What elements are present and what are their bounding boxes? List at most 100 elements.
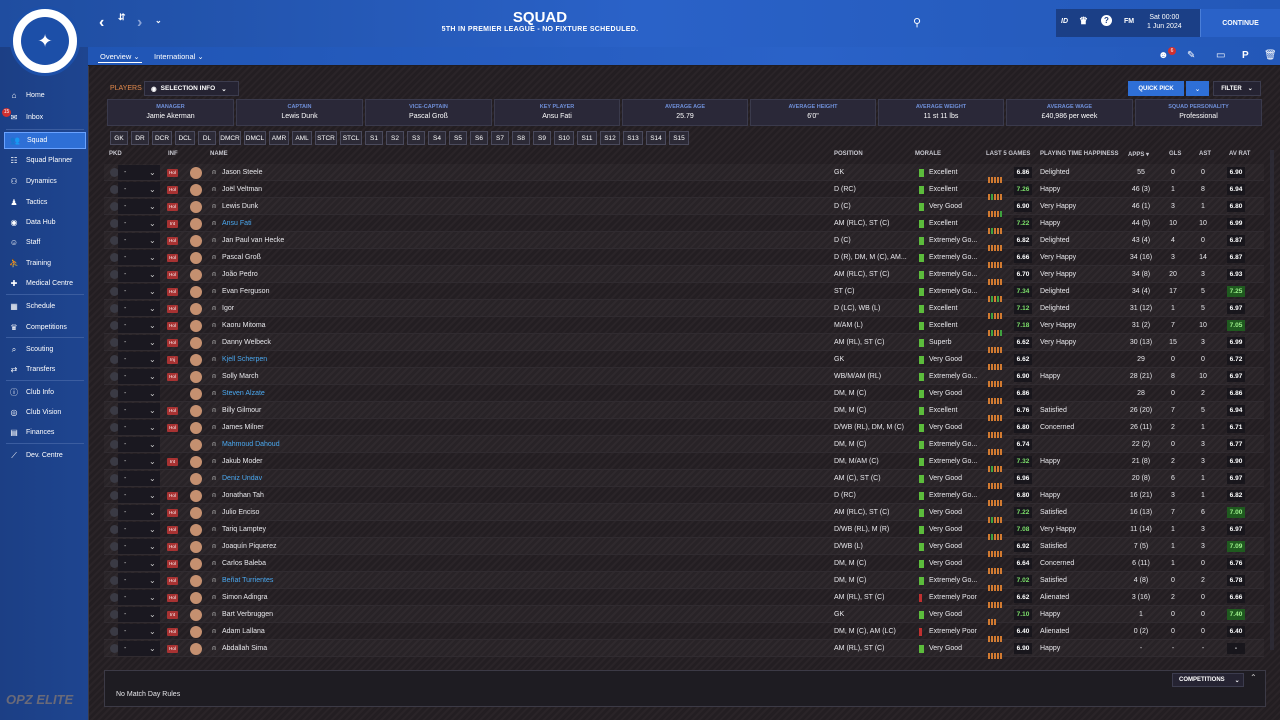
player-name[interactable]: Danny Welbeck [222,334,522,351]
table-scrollbar[interactable] [1270,150,1274,650]
player-name[interactable]: Kaoru Mitoma [222,317,522,334]
table-row[interactable]: - ⌄ Hol ⍝ Tariq Lamptey D/WB (RL), M (R) Very … [104,521,1264,540]
sidebar-item-finances[interactable]: ▤ Finances [4,424,86,441]
player-name[interactable]: Pascal Groß [222,249,522,266]
table-row[interactable]: - ⌄ Hol ⍝ Julio Enciso AM (RLC), ST (C) Very G… [104,504,1264,523]
player-name[interactable]: Jason Steele [222,164,522,181]
table-row[interactable]: - ⌄ ⍝ Steven Alzate DM, M (C) Very Good 6.86 28… [104,385,1264,404]
table-row[interactable]: - ⌄ Hol ⍝ Igor D (LC), WB (L) Excellent 7.12 Del… [104,300,1264,319]
table-row[interactable]: - ⌄ ⍝ Mahmoud Dahoud DM, M (C) Extremely Go..… [104,436,1264,455]
info-box[interactable]: Captain Lewis Dunk [236,99,363,126]
position-filter-dmcl[interactable]: DMCL [244,131,266,145]
player-name[interactable]: Julio Enciso [222,504,522,521]
competitions-dropdown[interactable]: COMPETITIONS ⌄ [1172,673,1244,687]
help-icon[interactable]: ? [1101,15,1112,26]
sidebar-item-dev-centre[interactable]: ⟋ Dev. Centre [4,447,86,464]
col-morale[interactable]: MORALE [915,151,941,157]
table-row[interactable]: - ⌄ Hol ⍝ Joaquín Piquerez D/WB (L) Very Good 6… [104,538,1264,557]
trophy-icon[interactable]: ♛ [1079,16,1088,27]
table-row[interactable]: - ⌄ Hol ⍝ Abdallah Sima AM (RL), ST (C) Very G… [104,640,1264,659]
table-row[interactable]: - ⌄ Hol ⍝ Jonathan Tah D (RC) Extremely Go... 6… [104,487,1264,506]
col-position[interactable]: POSITION [834,151,863,157]
info-box[interactable]: Average Height 6'0" [750,99,876,126]
position-filter-s3[interactable]: S3 [407,131,425,145]
table-row[interactable]: - ⌄ Hol ⍝ Pascal Groß D (R), DM, M (C), AM...… [104,249,1264,268]
club-badge[interactable]: ✦ [10,6,80,76]
quick-pick-button[interactable]: QUICK PICK [1128,81,1184,96]
position-filter-s9[interactable]: S9 [533,131,551,145]
position-filter-stcr[interactable]: STCR [315,131,337,145]
info-box[interactable]: Average Age 25.79 [622,99,748,126]
player-name[interactable]: Igor [222,300,522,317]
trash-icon[interactable]: 🗑 [1264,50,1277,61]
position-filter-s4[interactable]: S4 [428,131,446,145]
history-icon[interactable]: ⇵ [118,12,126,23]
table-row[interactable]: - ⌄ Hol ⍝ Simon Adingra AM (RL), ST (C) Extrem… [104,589,1264,608]
player-name[interactable]: James Milner [222,419,522,436]
edit-icon[interactable]: ✎ [1187,50,1195,61]
sidebar-item-tactics[interactable]: ♟ Tactics [4,194,86,211]
sidebar-item-club-info[interactable]: ⓘ Club Info [4,384,86,401]
info-box[interactable]: Vice-Captain Pascal Groß [365,99,492,126]
table-row[interactable]: - ⌄ Hol ⍝ James Milner D/WB (RL), DM, M (C) Ve… [104,419,1264,438]
player-name[interactable]: Solly March [222,368,522,385]
player-name[interactable]: Jan Paul van Hecke [222,232,522,249]
table-row[interactable]: - ⌄ Hol ⍝ Jan Paul van Hecke D (C) Extremely G… [104,232,1264,251]
player-name[interactable]: Beñat Turrientes [222,572,522,589]
player-name[interactable]: Jakub Moder [222,453,522,470]
table-row[interactable]: - ⌄ ⍝ Deniz Undav AM (C), ST (C) Very Good 6.9… [104,470,1264,489]
sidebar-item-club-vision[interactable]: ◎ Club Vision [4,404,86,421]
player-name[interactable]: Tariq Lamptey [222,521,522,538]
player-name[interactable]: João Pedro [222,266,522,283]
sidebar-item-medical-centre[interactable]: ✚ Medical Centre [4,275,86,292]
position-filter-s13[interactable]: S13 [623,131,643,145]
table-row[interactable]: - ⌄ Hol ⍝ Evan Ferguson ST (C) Extremely Go...… [104,283,1264,302]
position-filter-s1[interactable]: S1 [365,131,383,145]
table-row[interactable]: - ⌄ Hol ⍝ Danny Welbeck AM (RL), ST (C) Superb… [104,334,1264,353]
player-name[interactable]: Adam Lallana [222,623,522,640]
info-box[interactable]: Average Weight 11 st 11 lbs [878,99,1004,126]
player-name[interactable]: Kjell Scherpen [222,351,522,368]
col-apps[interactable]: APPS ▾ [1128,151,1149,158]
filter-button[interactable]: FILTER ⌄ [1213,81,1261,96]
table-row[interactable]: - ⌄ Int ⍝ Ansu Fati AM (RLC), ST (C) Excellent… [104,215,1264,234]
player-name[interactable]: Carlos Baleba [222,555,522,572]
col-last5[interactable]: LAST 5 GAMES [986,151,1030,157]
position-filter-aml[interactable]: AML [292,131,312,145]
table-row[interactable]: - ⌄ Hol ⍝ Billy Gilmour DM, M (C) Excellent 6.7… [104,402,1264,421]
position-filter-dr[interactable]: DR [131,131,149,145]
table-row[interactable]: - ⌄ Hol ⍝ Jason Steele GK Excellent 6.86 Delight… [104,164,1264,183]
position-filter-dcr[interactable]: DCR [152,131,172,145]
position-filter-dcl[interactable]: DCL [175,131,195,145]
social-feed-icon[interactable]: ☻ [1158,50,1169,61]
table-row[interactable]: - ⌄ Hol ⍝ Carlos Baleba DM, M (C) Very Good 6.6… [104,555,1264,574]
col-gls[interactable]: GLS [1169,151,1181,157]
sidebar-item-training[interactable]: ⛹ Training [4,255,86,272]
info-box[interactable]: Key Player Ansu Fati [494,99,620,126]
continue-button[interactable]: CONTINUE [1200,9,1280,37]
id-icon[interactable]: ID [1061,18,1068,25]
position-filter-s15[interactable]: S15 [669,131,689,145]
sidebar-item-transfers[interactable]: ⇄ Transfers [4,361,86,378]
position-filter-dmcr[interactable]: DMCR [219,131,241,145]
table-row[interactable]: - ⌄ Int ⍝ Jakub Moder DM, M/AM (C) Extremely G… [104,453,1264,472]
position-filter-stcl[interactable]: STCL [340,131,362,145]
player-name[interactable]: Ansu Fati [222,215,522,232]
sidebar-item-staff[interactable]: ☺ Staff [4,234,86,251]
player-name[interactable]: Abdallah Sima [222,640,522,657]
player-name[interactable]: Bart Verbruggen [222,606,522,623]
tab-overview[interactable]: Overview ⌄ [100,52,140,61]
fm-icon[interactable]: FM [1124,18,1134,25]
position-filter-dl[interactable]: DL [198,131,216,145]
col-ast[interactable]: AST [1199,151,1211,157]
sidebar-item-inbox[interactable]: ✉ Inbox [4,109,86,126]
position-filter-s8[interactable]: S8 [512,131,530,145]
col-pth[interactable]: PLAYING TIME HAPPINESS [1040,151,1118,157]
info-box[interactable]: Average Wage £40,986 per week [1006,99,1133,126]
player-name[interactable]: Joaquín Piquerez [222,538,522,555]
position-filter-s14[interactable]: S14 [646,131,666,145]
sidebar-item-home[interactable]: ⌂ Home [4,87,86,104]
position-filter-s7[interactable]: S7 [491,131,509,145]
player-name[interactable]: Steven Alzate [222,385,522,402]
table-row[interactable]: - ⌄ Inj ⍝ Kjell Scherpen GK Very Good 6.62 29 0 0 6… [104,351,1264,370]
